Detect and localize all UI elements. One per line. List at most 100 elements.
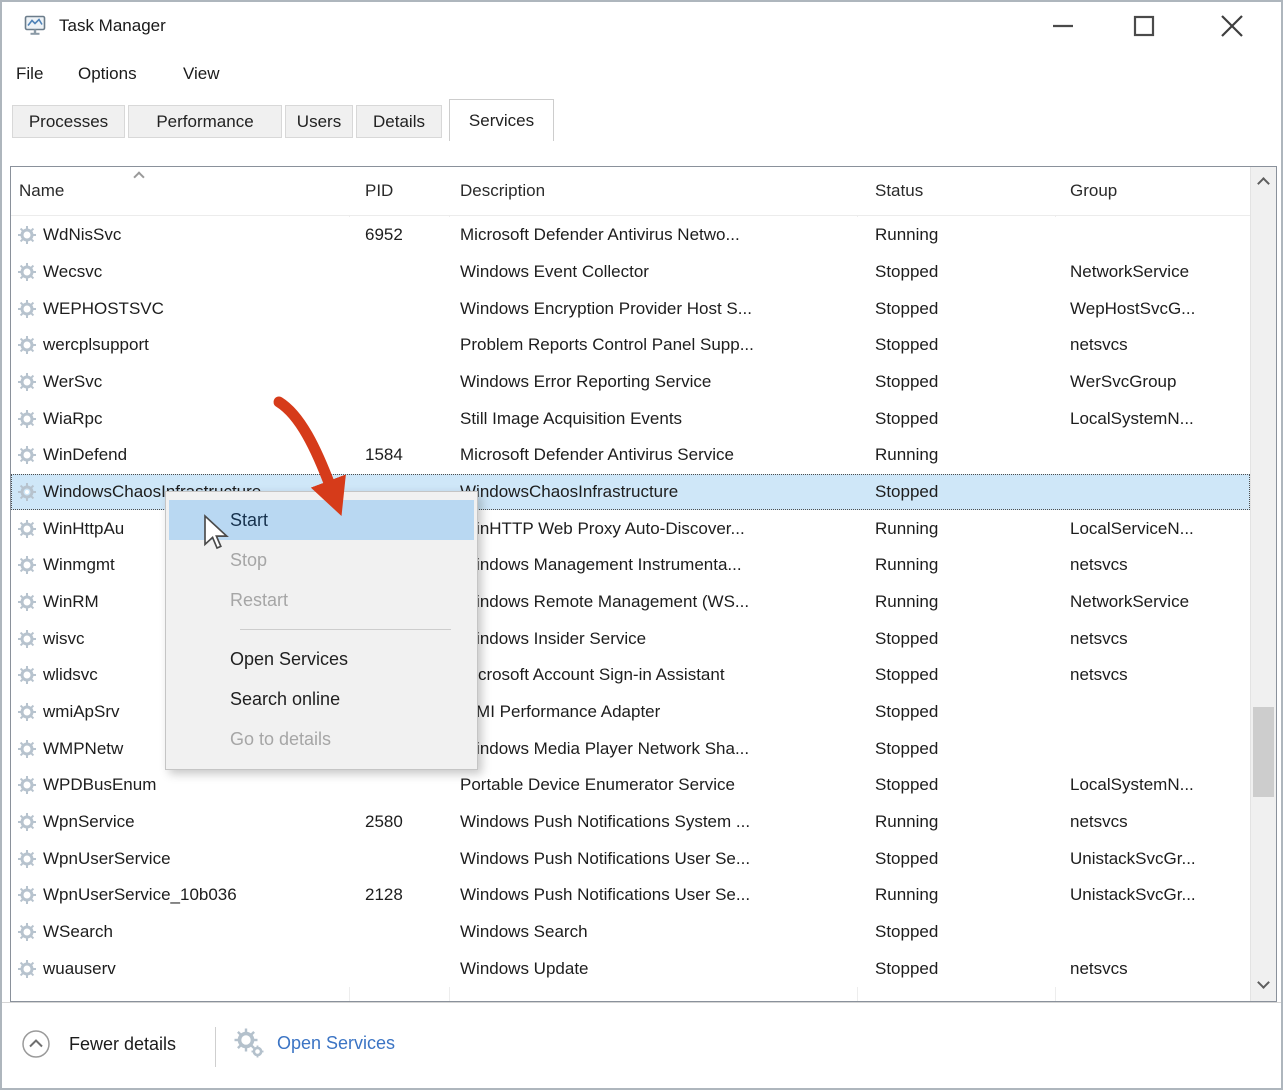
service-group: netsvcs xyxy=(1070,547,1250,584)
menubar-item[interactable]: View xyxy=(183,50,220,97)
service-pid xyxy=(365,840,447,877)
service-name: WerSvc xyxy=(43,364,347,401)
service-name: WpnUserService xyxy=(43,840,347,877)
column-header[interactable]: Name xyxy=(19,167,64,215)
menubar-item[interactable]: File xyxy=(16,50,43,97)
service-group: WepHostSvcG... xyxy=(1070,290,1250,327)
service-gear-icon xyxy=(17,327,39,364)
table-row[interactable]: WpnUserService Windows Push Notification… xyxy=(11,840,1250,877)
table-row[interactable]: WerSvc Windows Error Reporting Service S… xyxy=(11,364,1250,401)
service-status: Stopped xyxy=(875,950,1053,987)
task-manager-window: Task Manager File Options View ProcessesPe… xyxy=(0,0,1283,1090)
context-menu-item[interactable]: Search online xyxy=(166,679,477,719)
context-menu-item[interactable]: Stop xyxy=(166,540,477,580)
service-pid xyxy=(365,767,447,804)
service-group: WerSvcGroup xyxy=(1070,364,1250,401)
service-gear-icon xyxy=(17,730,39,767)
service-gear-icon xyxy=(17,657,39,694)
context-menu-item[interactable]: Restart xyxy=(166,580,477,620)
close-button[interactable] xyxy=(1204,4,1260,48)
table-row[interactable]: WinDefend 1584 Microsoft Defender Antivi… xyxy=(11,437,1250,474)
column-header[interactable]: Description xyxy=(460,167,545,215)
service-description: Microsoft Defender Antivirus Netwo... xyxy=(460,217,855,254)
tab[interactable]: Processes xyxy=(12,105,125,138)
service-description: WMI Performance Adapter xyxy=(460,694,855,731)
scroll-up-icon[interactable] xyxy=(1257,177,1270,190)
service-description: Windows Error Reporting Service xyxy=(460,364,855,401)
sort-ascending-icon xyxy=(133,171,144,182)
service-group: netsvcs xyxy=(1070,327,1250,364)
context-menu: StartStopRestart Open ServicesSearch onli… xyxy=(165,491,478,770)
tab[interactable]: Details xyxy=(356,105,442,138)
service-status: Stopped xyxy=(875,364,1053,401)
service-gear-icon xyxy=(17,840,39,877)
table-row[interactable]: WdNisSvc 6952 Microsoft Defender Antivir… xyxy=(11,217,1250,254)
service-group: LocalSystemN... xyxy=(1070,767,1250,804)
service-status: Running xyxy=(875,804,1053,841)
context-menu-item[interactable]: Open Services xyxy=(166,639,477,679)
service-name: WPDBusEnum xyxy=(43,767,347,804)
service-group: LocalSystemN... xyxy=(1070,400,1250,437)
service-group xyxy=(1070,914,1250,951)
column-header[interactable]: Group xyxy=(1070,167,1117,215)
scroll-down-icon[interactable] xyxy=(1257,976,1270,989)
list-header: Name PID Description Status Group xyxy=(11,167,1250,216)
service-description: Problem Reports Control Panel Supp... xyxy=(460,327,855,364)
fewer-details-button[interactable]: Fewer details xyxy=(21,1029,176,1059)
service-status: Stopped xyxy=(875,914,1053,951)
service-gear-icon xyxy=(17,804,39,841)
table-row[interactable]: Wecsvc Windows Event Collector Stopped N… xyxy=(11,254,1250,291)
service-pid xyxy=(365,290,447,327)
service-status: Running xyxy=(875,217,1053,254)
service-status: Stopped xyxy=(875,657,1053,694)
maximize-button[interactable] xyxy=(1116,4,1172,48)
service-name: WpnUserService_10b036 xyxy=(43,877,347,914)
context-menu-item[interactable]: Go to details xyxy=(166,719,477,759)
service-status: Running xyxy=(875,547,1053,584)
table-row[interactable]: WSearch Windows Search Stopped xyxy=(11,914,1250,951)
tab[interactable]: Services xyxy=(449,99,554,141)
service-description: Microsoft Defender Antivirus Service xyxy=(460,437,855,474)
service-gear-icon xyxy=(17,364,39,401)
table-row[interactable]: WiaRpc Still Image Acquisition Events St… xyxy=(11,400,1250,437)
minimize-button[interactable] xyxy=(1035,4,1091,48)
service-group xyxy=(1070,437,1250,474)
service-group xyxy=(1070,474,1250,511)
open-services-label: Open Services xyxy=(277,1033,395,1054)
service-status: Stopped xyxy=(875,730,1053,767)
service-name: wercplsupport xyxy=(43,327,347,364)
service-status: Stopped xyxy=(875,620,1053,657)
service-status: Running xyxy=(875,510,1053,547)
service-gear-icon xyxy=(17,620,39,657)
service-description: Windows Push Notifications System ... xyxy=(460,804,855,841)
table-row[interactable]: WpnUserService_10b036 2128 Windows Push … xyxy=(11,877,1250,914)
service-pid: 1584 xyxy=(365,437,447,474)
context-menu-item[interactable]: Start xyxy=(169,500,474,540)
service-description: Windows Insider Service xyxy=(460,620,855,657)
table-row[interactable]: wuauserv Windows Update Stopped netsvcs xyxy=(11,950,1250,987)
vertical-scrollbar[interactable] xyxy=(1250,167,1276,1001)
column-header[interactable]: Status xyxy=(875,167,923,215)
service-gear-icon xyxy=(17,254,39,291)
service-group: NetworkService xyxy=(1070,254,1250,291)
service-pid: 2580 xyxy=(365,804,447,841)
open-services-link[interactable]: Open Services xyxy=(233,1027,395,1059)
service-description: WinHTTP Web Proxy Auto-Discover... xyxy=(460,510,855,547)
column-header[interactable]: PID xyxy=(365,167,393,215)
table-row[interactable]: WpnService 2580 Windows Push Notificatio… xyxy=(11,804,1250,841)
menubar-item[interactable]: Options xyxy=(78,50,137,97)
tab[interactable]: Users xyxy=(285,105,353,138)
table-row[interactable]: WPDBusEnum Portable Device Enumerator Se… xyxy=(11,767,1250,804)
scrollbar-thumb[interactable] xyxy=(1253,707,1274,797)
service-name: wuauserv xyxy=(43,950,347,987)
table-row[interactable]: wercplsupport Problem Reports Control Pa… xyxy=(11,327,1250,364)
minimize-icon xyxy=(1050,13,1076,39)
context-menu-item[interactable] xyxy=(166,620,477,639)
service-status: Stopped xyxy=(875,400,1053,437)
table-row[interactable]: WEPHOSTSVC Windows Encryption Provider H… xyxy=(11,290,1250,327)
titlebar: Task Manager xyxy=(2,2,1281,50)
service-description: Microsoft Account Sign-in Assistant xyxy=(460,657,855,694)
service-group: UnistackSvcGr... xyxy=(1070,840,1250,877)
task-manager-icon xyxy=(22,12,48,38)
tab[interactable]: Performance xyxy=(128,105,282,138)
